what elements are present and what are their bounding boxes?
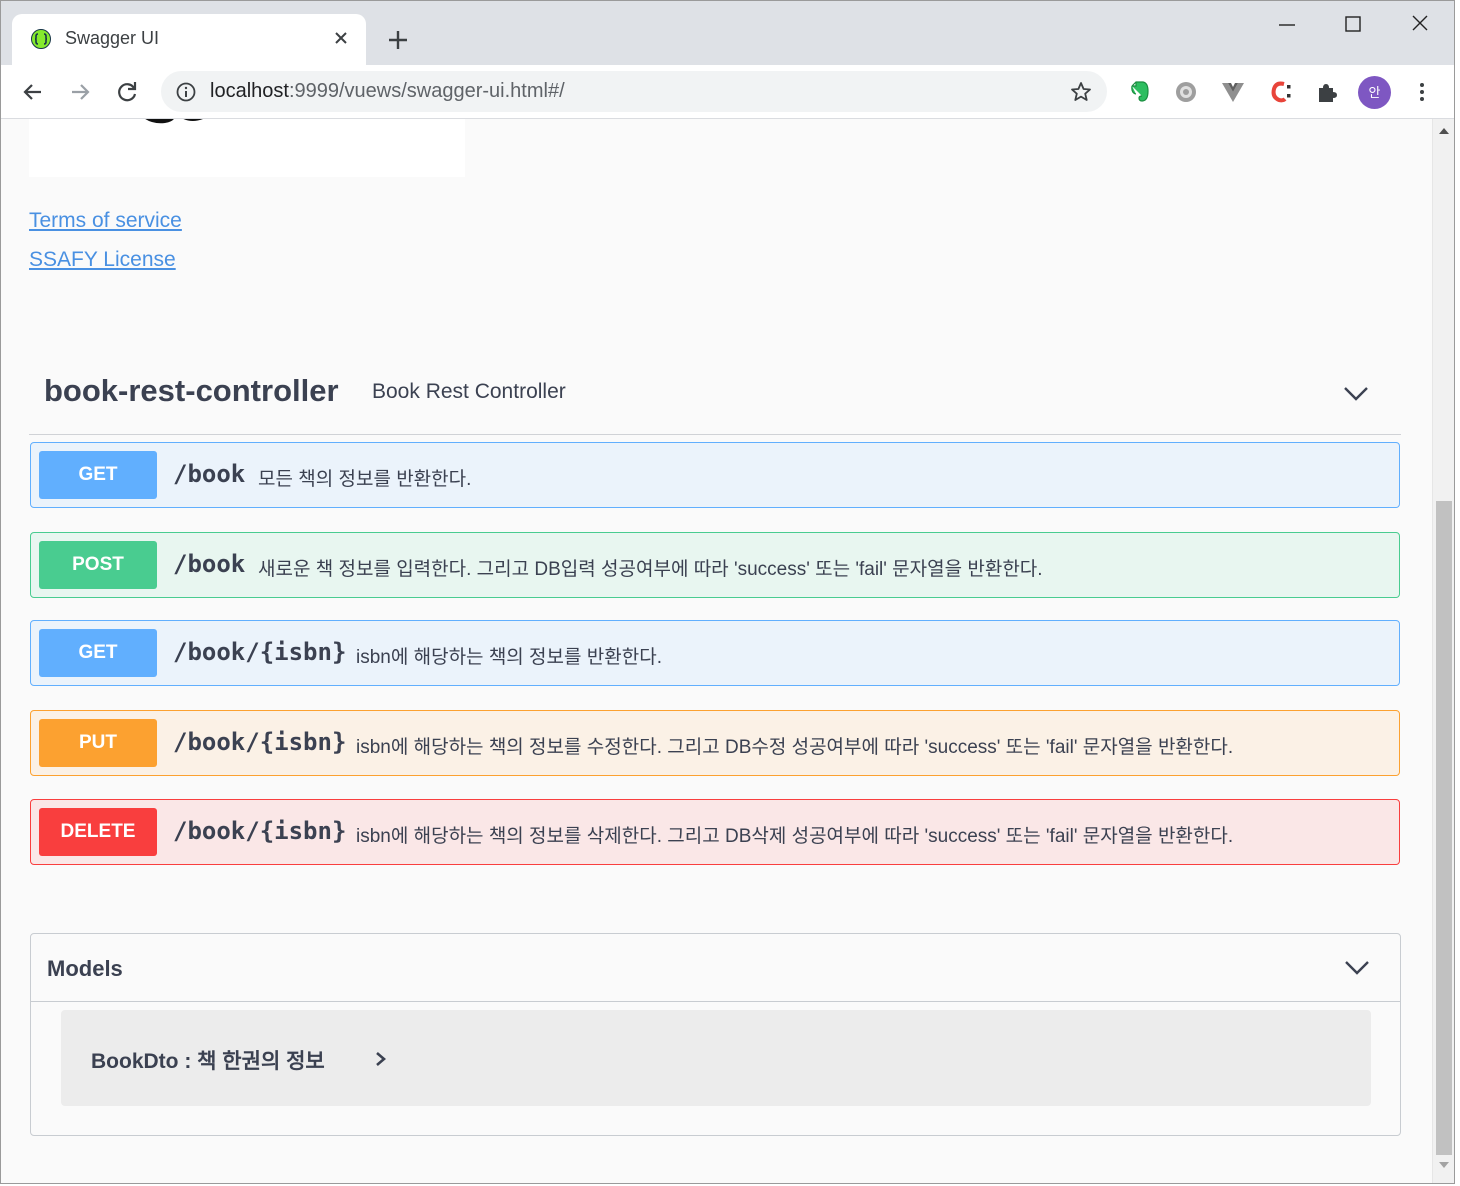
operation-get-book[interactable]: GET /book 모든 책의 정보를 반환한다.: [30, 442, 1400, 508]
url-path: :9999/vuews/swagger-ui.html#/: [288, 80, 565, 102]
operation-summary: isbn에 해당하는 책의 정보를 반환한다.: [356, 647, 662, 668]
scroll-down-arrow-icon[interactable]: [1437, 1159, 1451, 1171]
url-text: localhost:9999/vuews/swagger-ui.html#/: [210, 80, 565, 103]
vertical-scrollbar[interactable]: [1432, 119, 1454, 1183]
tag-header[interactable]: book-rest-controller Book Rest Controlle…: [29, 357, 1401, 435]
operation-path: /book: [173, 460, 246, 488]
operation-summary: 새로운 책 정보를 입력한다. 그리고 DB입력 성공여부에 따라 'succe…: [258, 559, 1043, 580]
swagger-icon: [31, 29, 51, 49]
operation-delete-book-isbn[interactable]: DELETE /book/{isbn} isbn에 해당하는 책의 정보를 삭제…: [30, 799, 1400, 865]
method-badge: GET: [39, 451, 157, 499]
tab-title: Swagger UI: [65, 28, 160, 48]
operation-summary: isbn에 해당하는 책의 정보를 수정한다. 그리고 DB수정 성공여부에 따…: [356, 737, 1234, 758]
license-link[interactable]: SSAFY License: [29, 248, 176, 272]
chevron-right-icon[interactable]: [371, 1048, 391, 1070]
swagger-page: Terms of service SSAFY License book-rest…: [1, 119, 1431, 1183]
colorzilla-icon[interactable]: [1267, 79, 1293, 105]
operation-post-book[interactable]: POST /book 새로운 책 정보를 입력한다. 그리고 DB입력 성공여부…: [30, 532, 1400, 598]
maximize-icon[interactable]: [1337, 11, 1369, 39]
operation-path: /book: [173, 550, 246, 578]
method-badge: GET: [39, 629, 157, 677]
scroll-up-arrow-icon[interactable]: [1437, 125, 1451, 137]
method-badge: DELETE: [39, 808, 157, 856]
vue-devtools-icon[interactable]: [1220, 79, 1246, 105]
star-icon[interactable]: [1069, 80, 1093, 104]
arrow-left-icon[interactable]: [19, 78, 47, 106]
operation-summary: 모든 책의 정보를 반환한다.: [258, 469, 472, 490]
tab-swagger-ui[interactable]: Swagger UI: [12, 14, 366, 65]
profile-avatar[interactable]: 안: [1358, 76, 1391, 109]
operation-put-book-isbn[interactable]: PUT /book/{isbn} isbn에 해당하는 책의 정보를 수정한다.…: [30, 710, 1400, 776]
tag-name: book-rest-controller: [44, 373, 339, 408]
models-section: Models BookDto : 책 한권의 정보: [30, 933, 1401, 1136]
operation-path: /book/{isbn}: [173, 817, 347, 845]
minimize-icon[interactable]: [1271, 11, 1303, 39]
models-title: Models: [47, 956, 123, 981]
operation-get-book-isbn[interactable]: GET /book/{isbn} isbn에 해당하는 책의 정보를 반환한다.: [30, 620, 1400, 686]
model-bookdto[interactable]: BookDto : 책 한권의 정보: [61, 1010, 1371, 1106]
info-icon[interactable]: [175, 81, 197, 103]
models-header[interactable]: Models: [31, 934, 1400, 1002]
tag-description: Book Rest Controller: [372, 380, 566, 403]
evernote-icon[interactable]: [1126, 79, 1152, 105]
browser-window: Swagger UI localhost:9999/vuews/swagger-…: [0, 0, 1455, 1184]
tab-strip: Swagger UI: [1, 1, 1454, 65]
operation-summary: isbn에 해당하는 책의 정보를 삭제한다. 그리고 DB삭제 성공여부에 따…: [356, 826, 1234, 847]
plus-icon[interactable]: [385, 27, 411, 53]
puzzle-icon[interactable]: [1314, 79, 1340, 105]
reload-icon[interactable]: [113, 78, 141, 106]
operation-path: /book/{isbn}: [173, 728, 347, 756]
ghost-icon[interactable]: [1173, 79, 1199, 105]
logo-graphic: [145, 119, 203, 124]
model-name: BookDto : 책 한권의 정보: [91, 1050, 325, 1073]
method-badge: POST: [39, 541, 157, 589]
close-icon[interactable]: [330, 27, 352, 49]
arrow-right-icon[interactable]: [66, 78, 94, 106]
terms-of-service-link[interactable]: Terms of service: [29, 209, 182, 233]
logo-image: [29, 119, 465, 177]
operation-path: /book/{isbn}: [173, 638, 347, 666]
scrollbar-thumb[interactable]: [1436, 501, 1452, 1155]
url-host: localhost: [210, 80, 289, 102]
kebab-menu-icon[interactable]: [1409, 79, 1435, 105]
method-badge: PUT: [39, 719, 157, 767]
chevron-down-icon[interactable]: [1341, 379, 1371, 409]
window-close-icon[interactable]: [1404, 11, 1436, 39]
address-bar[interactable]: localhost:9999/vuews/swagger-ui.html#/: [161, 71, 1107, 112]
chevron-down-icon[interactable]: [1342, 953, 1372, 983]
browser-toolbar: localhost:9999/vuews/swagger-ui.html#/ 안: [1, 65, 1454, 119]
